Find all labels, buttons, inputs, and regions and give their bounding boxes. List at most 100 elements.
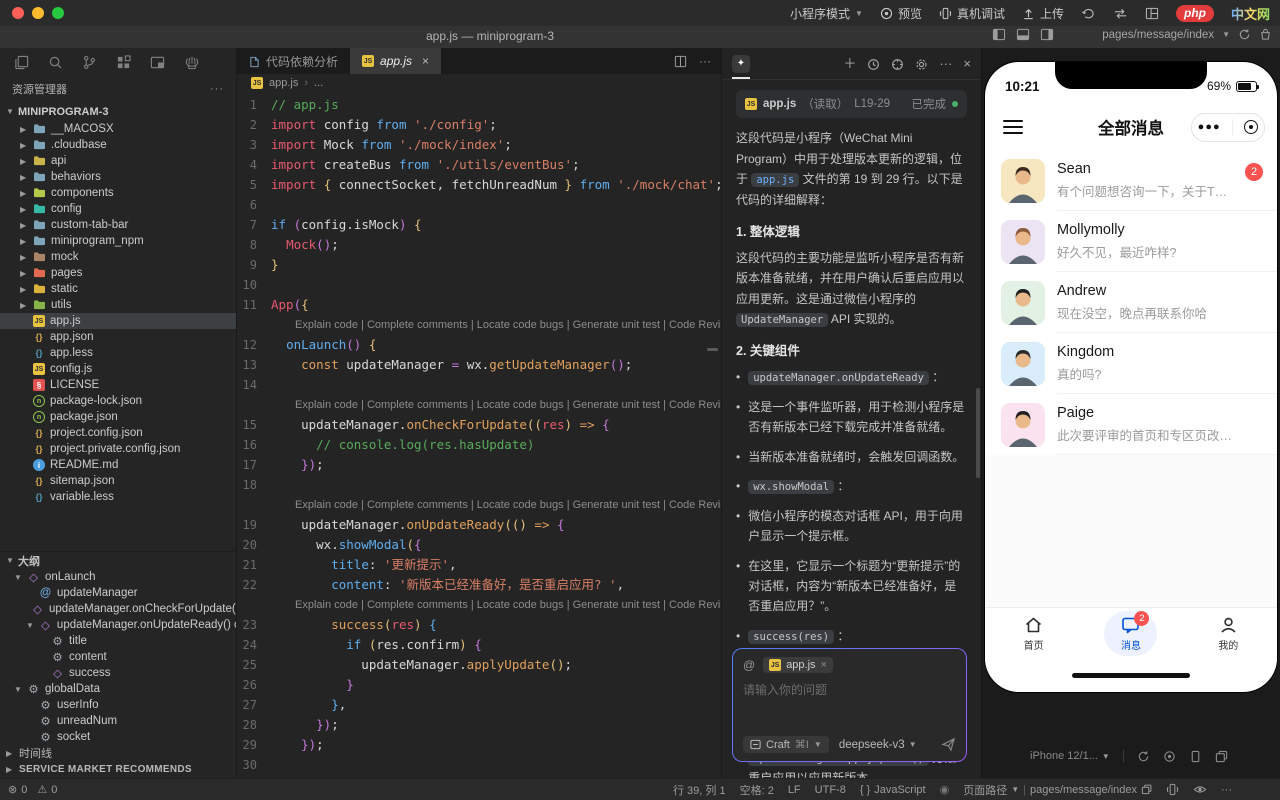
mini-program-mode-menu[interactable]: 小程序模式▼ [790, 5, 863, 22]
close-tab-icon[interactable]: × [422, 54, 429, 68]
cursor-position[interactable]: 行 39, 列 1 [673, 782, 726, 798]
clear-cache-icon[interactable] [1259, 28, 1272, 41]
tree-folder-.cloudbase[interactable]: ▶.cloudbase [0, 137, 236, 153]
outline-item[interactable]: ⚙content [0, 649, 236, 665]
outline-item[interactable]: ◇updateManager.onCheckForUpdate() call… [0, 601, 236, 617]
tree-folder-custom-tab-bar[interactable]: ▶custom-tab-bar [0, 217, 236, 233]
tabbar-item-消息[interactable]: 消息2 [1104, 611, 1157, 656]
miniprogram-capsule[interactable]: ●●● [1191, 113, 1265, 142]
tree-folder-mock[interactable]: ▶mock [0, 249, 236, 265]
chat-item-Paige[interactable]: Paige此次要评审的首页和专区页改版的交互方案 [985, 394, 1277, 455]
tree-file-app.js[interactable]: JSapp.js [0, 313, 236, 329]
more-options-icon[interactable]: ··· [939, 57, 952, 70]
editor-layout-icon[interactable] [150, 55, 165, 70]
outline-item[interactable]: @updateManager [0, 585, 236, 601]
outline-item[interactable]: ◇success [0, 665, 236, 681]
upload-button[interactable]: 上传 [1022, 5, 1064, 22]
tree-folder-miniprogram_npm[interactable]: ▶miniprogram_npm [0, 233, 236, 249]
chat-item-Mollymolly[interactable]: Mollymolly好久不见，最近咋样? [985, 211, 1277, 272]
outline-section-header[interactable]: ▼大纲 [0, 551, 236, 569]
formatter-icon[interactable]: ◉ [940, 783, 950, 796]
tree-folder-pages[interactable]: ▶pages [0, 265, 236, 281]
tree-folder-config[interactable]: ▶config [0, 201, 236, 217]
explorer-actions-icon[interactable]: ··· [210, 83, 224, 95]
breadcrumb[interactable]: JS app.js › ... [237, 74, 721, 92]
errors-counter[interactable]: ⊗0 [8, 783, 27, 796]
tree-file-LICENSE[interactable]: §LICENSE [0, 377, 236, 393]
send-icon[interactable] [941, 737, 956, 752]
tree-folder-behaviors[interactable]: ▶behaviors [0, 169, 236, 185]
model-selector[interactable]: deepseek-v3 ▼ [839, 739, 917, 751]
panel-layout-toggles[interactable] [992, 28, 1054, 41]
remote-debug-icon[interactable] [1166, 783, 1179, 796]
layout-grid-icon[interactable] [1145, 7, 1159, 20]
grab-claw-icon[interactable] [184, 55, 200, 70]
split-editor-icon[interactable] [674, 55, 687, 68]
maximize-window-button[interactable] [52, 7, 64, 19]
tree-file-project.private.config.json[interactable]: {}project.private.config.json [0, 441, 236, 457]
tabbar-item-我的[interactable]: 我的 [1202, 611, 1255, 656]
outline-item[interactable]: ⚙socket [0, 729, 236, 745]
tree-file-project.config.json[interactable]: {}project.config.json [0, 425, 236, 441]
codelens-actions[interactable]: Explain code | Complete comments | Locat… [237, 315, 721, 335]
history-icon[interactable] [867, 56, 880, 70]
indentation-setting[interactable]: 空格: 2 [740, 782, 774, 798]
context-file-chip[interactable]: JS app.js × [763, 657, 833, 673]
outline-item[interactable]: ⚙userInfo [0, 697, 236, 713]
outline-item[interactable]: ⚙title [0, 633, 236, 649]
tree-file-app.json[interactable]: {}app.json [0, 329, 236, 345]
outline-item[interactable]: ⚙unreadNum [0, 713, 236, 729]
minimize-window-button[interactable] [32, 7, 44, 19]
extensions-icon[interactable] [116, 55, 131, 70]
tree-file-config.js[interactable]: JSconfig.js [0, 361, 236, 377]
tree-folder-utils[interactable]: ▶utils [0, 297, 236, 313]
warnings-counter[interactable]: ⚠0 [37, 783, 57, 796]
mention-icon[interactable]: @ [743, 658, 755, 672]
sync-icon[interactable] [1081, 7, 1096, 20]
compare-arrows-icon[interactable] [1113, 7, 1128, 20]
language-mode[interactable]: { }JavaScript [860, 784, 926, 796]
ai-prompt-input[interactable]: @ JS app.js × 请输入你的问题 Craft [733, 649, 966, 761]
project-root[interactable]: ▼ MINIPROGRAM-3 [0, 102, 236, 121]
craft-mode-selector[interactable]: Craft ⌘I ▼ [743, 736, 829, 753]
ai-assistant-logo[interactable]: ✦ [732, 55, 750, 73]
preview-button[interactable]: 预览 [880, 5, 922, 22]
tree-folder-__MACOSX[interactable]: ▶__MACOSX [0, 121, 236, 137]
explorer-icon[interactable] [14, 55, 29, 70]
eol-setting[interactable]: LF [788, 784, 801, 796]
outline-item[interactable]: ▼◇updateManager.onUpdateReady() callback [0, 617, 236, 633]
chat-item-Kingdom[interactable]: Kingdom真的吗? [985, 333, 1277, 394]
page-path-selector[interactable]: 页面路径▼ | pages/message/index [963, 782, 1152, 798]
close-window-button[interactable] [12, 7, 24, 19]
timeline-section-header[interactable]: ▶时间线 [0, 745, 236, 761]
new-chat-icon[interactable]: ＋ [843, 57, 856, 70]
tree-folder-components[interactable]: ▶components [0, 185, 236, 201]
code-area[interactable]: 1// app.js2import config from './config'… [237, 92, 721, 778]
codelens-actions[interactable]: Explain code | Complete comments | Locat… [237, 395, 721, 415]
tree-folder-static[interactable]: ▶static [0, 281, 236, 297]
more-actions-icon[interactable]: ··· [699, 54, 711, 68]
more-dots-icon[interactable]: ●●● [1198, 121, 1221, 133]
tab-代码依赖分析[interactable]: 代码依赖分析 [237, 48, 350, 74]
refresh-icon[interactable] [1238, 28, 1251, 41]
outline-item[interactable]: ▼◇onLaunch [0, 569, 236, 585]
outline-item[interactable]: ▼⚙globalData [0, 681, 236, 697]
multi-window-icon[interactable] [1215, 750, 1228, 763]
device-frame-icon[interactable] [1189, 750, 1202, 763]
tree-file-app.less[interactable]: {}app.less [0, 345, 236, 361]
search-icon[interactable] [48, 55, 63, 70]
scrollbar-handle[interactable] [707, 348, 718, 351]
tree-file-variable.less[interactable]: {}variable.less [0, 489, 236, 505]
device-debug-button[interactable]: 真机调试 [939, 5, 1005, 22]
record-icon[interactable] [1163, 750, 1176, 763]
settings-gear-icon[interactable] [915, 56, 928, 70]
close-panel-icon[interactable]: × [963, 57, 971, 70]
source-control-icon[interactable] [82, 55, 97, 70]
codelens-actions[interactable]: Explain code | Complete comments | Locat… [237, 495, 721, 515]
exit-circle-icon[interactable] [1244, 120, 1258, 134]
rotate-icon[interactable] [1137, 750, 1150, 763]
ai-context-card[interactable]: JS app.js （读取） L19-29 已完成 [736, 90, 967, 118]
tree-file-package-lock.json[interactable]: npackage-lock.json [0, 393, 236, 409]
copy-icon[interactable] [1141, 784, 1152, 795]
service-market-section-header[interactable]: ▶SERVICE MARKET RECOMMENDS [0, 761, 236, 777]
